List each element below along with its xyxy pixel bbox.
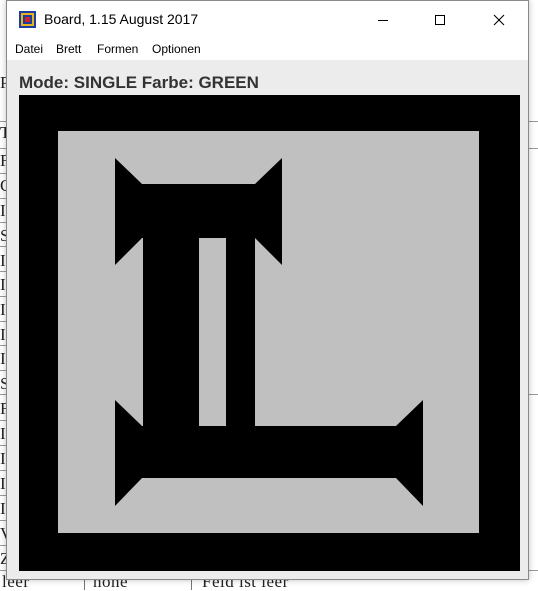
maximize-button[interactable] [417,1,463,38]
content-panel: Mode: SINGLE Farbe: GREEN [7,60,528,579]
menu-brett[interactable]: Brett [56,42,81,57]
app-icon [19,11,36,28]
bg-row-initial: I [0,499,6,518]
menu-datei[interactable]: Datei [15,42,43,57]
bg-row-initial: I [0,474,6,493]
game-board[interactable] [19,95,520,571]
bg-row-initial: I [0,275,6,294]
mode-status-label: Mode: SINGLE Farbe: GREEN [19,73,259,92]
bg-row-initial: I [0,349,6,368]
window-title: Board, 1.15 August 2017 [44,11,199,27]
menu-formen[interactable]: Formen [97,42,138,57]
bg-row-initial: I [0,424,6,443]
title-bar[interactable]: Board, 1.15 August 2017 [7,1,528,38]
maximize-icon [435,14,445,25]
bg-row-initial: I [0,251,6,270]
close-button[interactable] [476,1,522,38]
minimize-icon [378,19,388,21]
minimize-button[interactable] [360,1,406,38]
bg-row-initial: I [0,300,6,319]
bg-row-initial: I [0,449,6,468]
board-window: Board, 1.15 August 2017 Datei Brett Form… [6,0,529,580]
bg-row-initial: I [0,325,6,344]
bg-row-initial: I [0,201,6,220]
menu-optionen[interactable]: Optionen [152,42,201,57]
menu-bar: Datei Brett Formen Optionen [7,38,528,60]
close-icon [493,14,505,25]
